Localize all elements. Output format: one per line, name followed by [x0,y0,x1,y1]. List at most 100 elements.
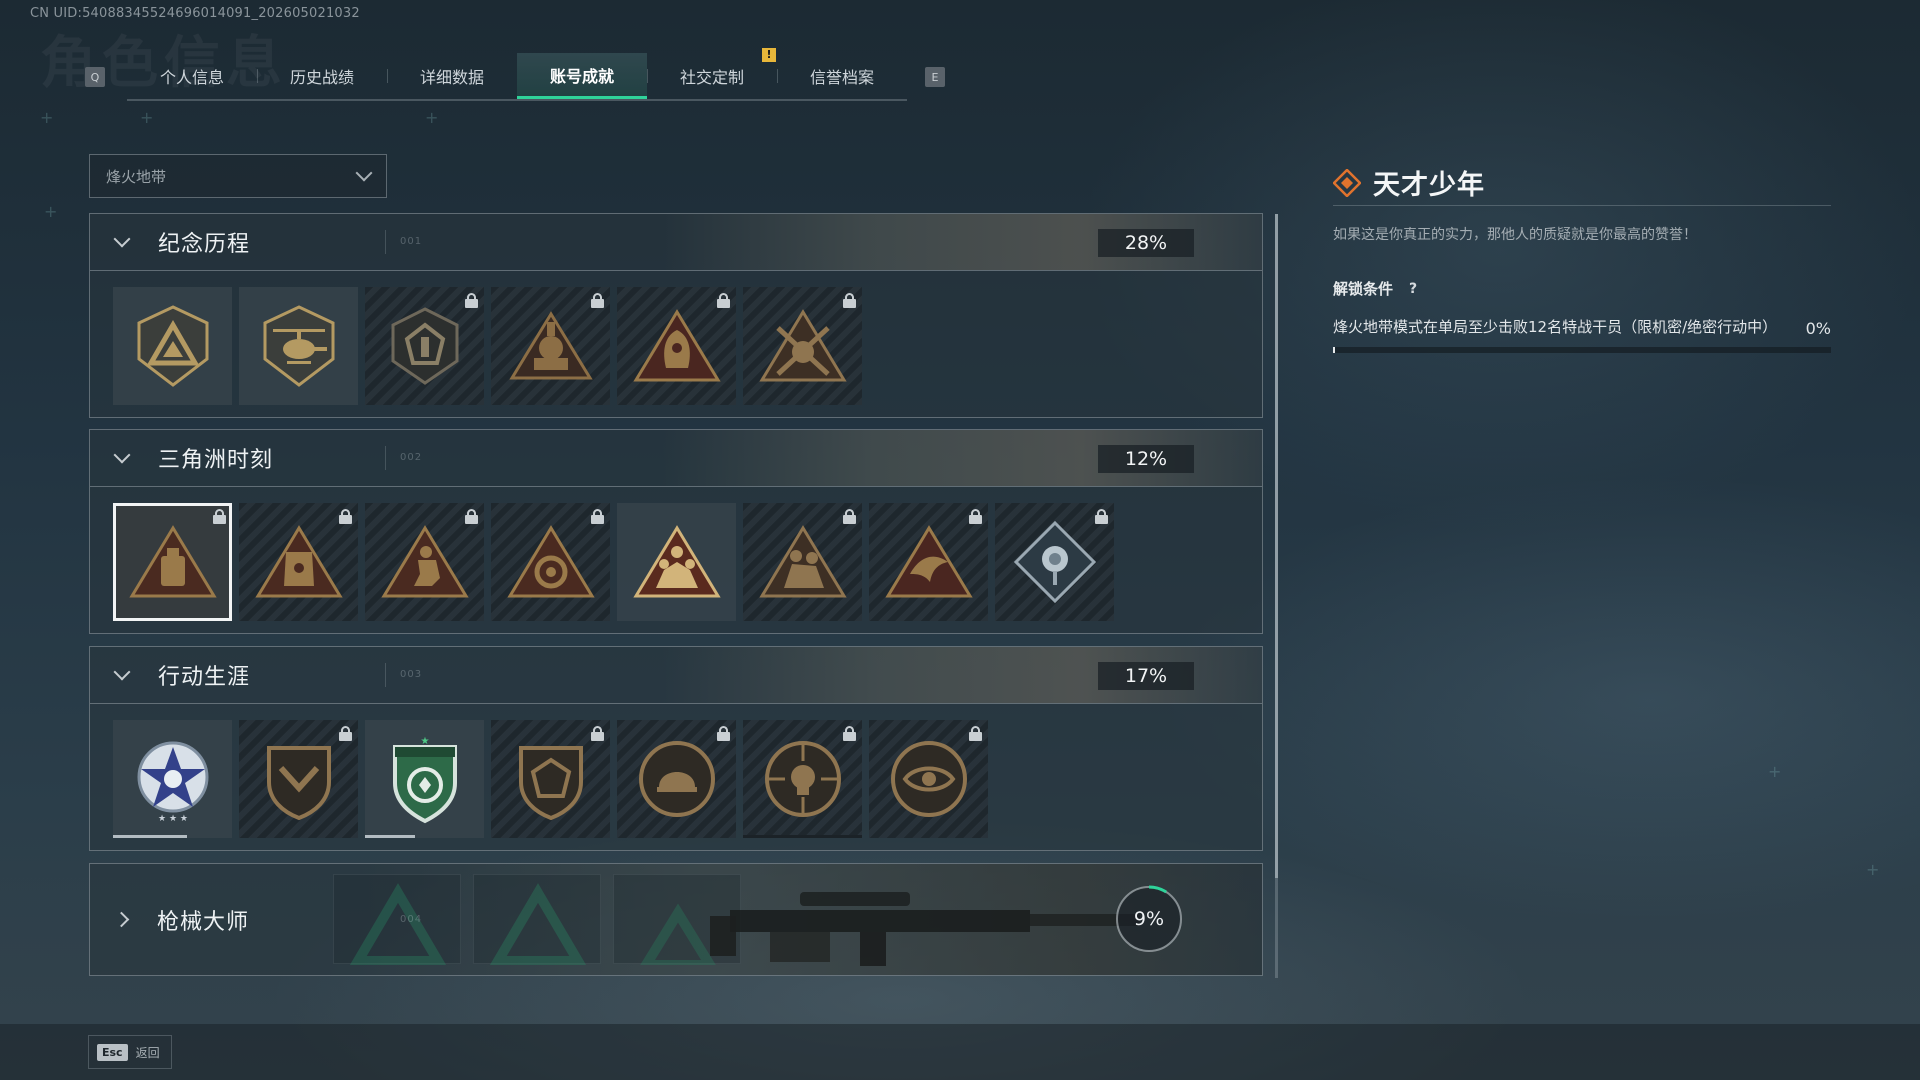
chevron-down-icon [113,663,131,681]
mode-select-value: 烽火地带 [106,167,167,186]
back-button[interactable]: Esc 返回 [88,1035,172,1069]
lock-icon [1095,509,1108,524]
badge-progress [365,835,415,838]
mode-select[interactable]: 烽火地带 [89,154,387,198]
achievement-category-memorial: 纪念历程 001 28% [89,213,1263,418]
achievement-badge[interactable] [239,287,358,405]
scrollbar-thumb[interactable] [1275,214,1278,878]
category-header[interactable]: 行动生涯 003 17% [90,647,1262,704]
achievement-badge[interactable] [113,287,232,405]
badge-list: ★ ★ ★ ★ [90,704,1262,850]
scrollbar[interactable] [1275,214,1278,978]
achievement-badge-locked[interactable] [365,503,484,621]
category-percent: 17% [1098,662,1194,690]
category-index: 003 [400,669,423,680]
achievement-badge[interactable]: ★ ★ ★ [113,720,232,838]
tab-account-achievements[interactable]: 账号成就 [517,53,647,99]
lock-icon [465,509,478,524]
achievement-badge-locked[interactable] [869,503,988,621]
svg-text:★ ★ ★: ★ ★ ★ [158,814,188,824]
lock-icon [465,293,478,308]
category-index: 002 [400,452,423,463]
unlock-condition-text: 烽火地带模式在单局至少击败12名特战干员（限机密/绝密行动中） [1333,318,1778,336]
category-name: 行动生涯 [158,665,251,690]
star-emblem-icon: ★ ★ ★ [137,741,208,824]
crosshair-decoration: + [44,202,58,221]
achievement-title: 天才少年 [1373,170,1485,201]
achievement-badge-selected[interactable] [113,503,232,621]
shield-triangle-icon [137,305,208,387]
achievement-badge-locked[interactable] [491,503,610,621]
tab-social-customization[interactable]: 社交定制 [647,53,777,99]
bird-triangle-icon [884,525,973,598]
eye-emblem-icon [890,741,967,817]
armor-vest-icon [254,525,343,598]
achievement-category-career: 行动生涯 003 17% ★ ★ ★ ★ [89,646,1263,851]
triangle-preview-icon [489,883,587,966]
lock-icon [843,293,856,308]
achievement-badge-locked[interactable] [365,287,484,405]
tab-match-history[interactable]: 历史战绩 [257,53,387,99]
achievement-badge-locked[interactable] [239,720,358,838]
tab-personal-info[interactable]: 个人信息 [127,53,257,99]
category-header[interactable]: 枪械大师 004 9% [90,864,1262,975]
category-name: 三角洲时刻 [158,448,274,473]
achievement-badge-locked[interactable] [617,287,736,405]
badge-preview [473,874,601,966]
d20-shield-icon [518,746,583,821]
achievement-badge-locked[interactable] [743,287,862,405]
achievement-badge-locked[interactable] [869,720,988,838]
category-index: 001 [400,236,423,247]
crosshair-decoration: + [40,108,54,127]
achievement-badge[interactable]: ★ [365,720,484,838]
lock-icon [339,509,352,524]
tab-label: 个人信息 [159,68,224,87]
lock-icon [717,726,730,741]
category-percent: 9% [1133,908,1165,930]
lock-icon [213,509,226,524]
helicopter-icon [263,305,334,387]
achievement-badge-locked[interactable] [239,503,358,621]
achievement-badge-locked[interactable] [617,720,736,838]
gear-cluster-icon [506,525,595,598]
achievement-badge-locked[interactable] [743,720,862,838]
achievement-badge[interactable] [617,503,736,621]
lock-icon [969,726,982,741]
skull-crosshair-icon [764,741,841,817]
category-header[interactable]: 纪念历程 001 28% [90,214,1262,271]
badge-preview [333,874,461,966]
achievement-description: 如果这是你真正的实力，那他人的质疑就是你最高的赞誉！ [1333,227,1697,243]
esc-key: Esc [97,1043,128,1061]
achievement-badge-locked[interactable] [743,503,862,621]
category-percent: 28% [1098,229,1194,257]
prev-tab-key[interactable]: Q [85,67,105,87]
chevron-down-icon [355,164,373,182]
tab-credit-record[interactable]: 信誉档案 [777,53,907,99]
category-name: 枪械大师 [157,909,250,935]
achievement-category-delta-moments: 三角洲时刻 002 12% [89,429,1263,634]
help-icon[interactable]: ? [1403,279,1423,299]
rose-diamond-icon [1013,520,1096,604]
crosshair-decoration: + [1768,762,1782,781]
backpack-triangle-icon [128,525,217,598]
crossed-rifles-icon [758,309,847,382]
rifle-illustration [710,892,1140,966]
lock-icon [969,509,982,524]
category-percent: 12% [1098,445,1194,473]
achievement-badge-locked[interactable] [995,503,1114,621]
tab-list: 个人信息 历史战绩 详细数据 账号成就 社交定制 信誉档案 [127,53,907,101]
next-tab-key[interactable]: E [925,67,945,87]
svg-text:★: ★ [420,736,429,747]
unlock-progress-fill [1333,347,1335,353]
category-index: 004 [400,914,423,925]
achievement-badge-locked[interactable] [491,720,610,838]
crosshair-decoration: + [1866,860,1880,879]
badge-list [90,487,1262,633]
tab-label: 历史战绩 [289,68,354,87]
achievement-badge-locked[interactable] [491,287,610,405]
tab-label: 账号成就 [549,66,614,86]
tab-detailed-stats[interactable]: 详细数据 [387,53,517,99]
category-header[interactable]: 三角洲时刻 002 12% [90,430,1262,487]
wing-shield-icon [266,746,331,821]
alert-badge: ! [762,48,776,62]
